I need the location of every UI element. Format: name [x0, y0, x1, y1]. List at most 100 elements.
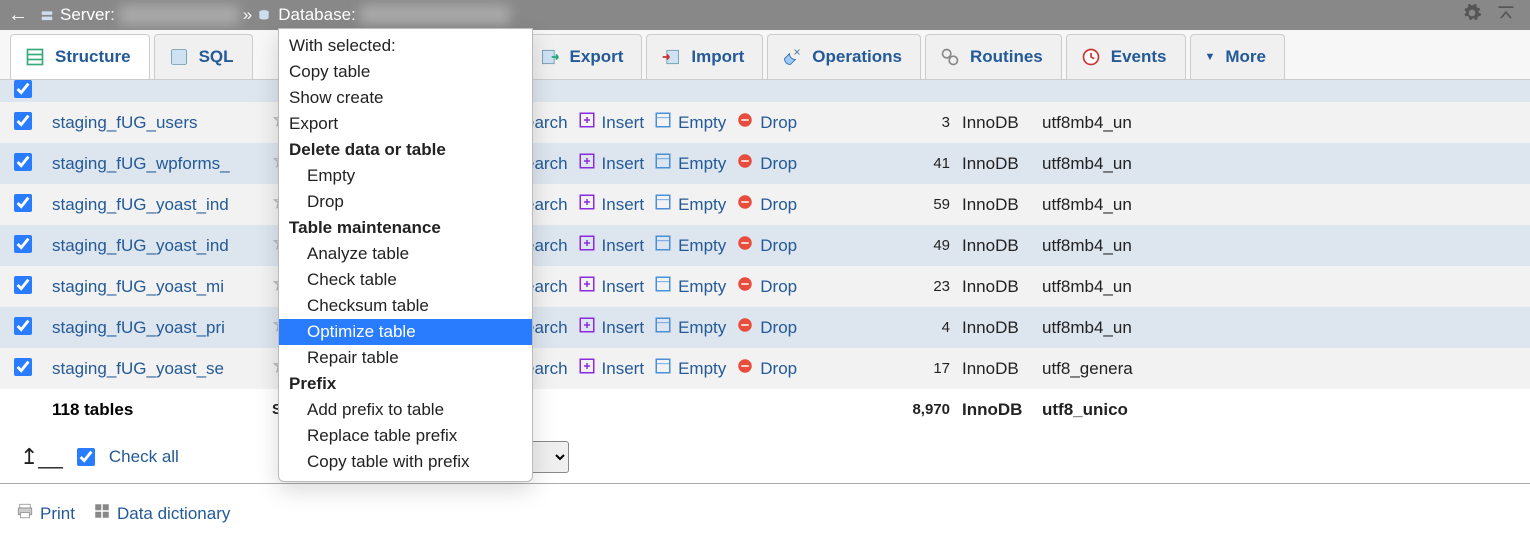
ctx-repair[interactable]: Repair table [279, 345, 532, 371]
drop-action[interactable]: Drop [736, 193, 797, 216]
database-icon [256, 8, 274, 22]
empty-action[interactable]: Empty [654, 275, 726, 298]
drop-action[interactable]: Drop [736, 316, 797, 339]
row-checkbox[interactable] [14, 235, 32, 253]
row-count: 4 [886, 307, 956, 348]
export-icon [540, 47, 560, 67]
context-menu: With selected: Copy table Show create Ex… [278, 28, 533, 482]
ctx-replace-prefix[interactable]: Replace table prefix [279, 423, 532, 449]
server-name-blurred: xxxxxxxxxxxxx [119, 5, 239, 25]
ctx-add-prefix[interactable]: Add prefix to table [279, 397, 532, 423]
back-arrow-icon[interactable]: ← [8, 4, 34, 27]
server-label: Server: [60, 5, 115, 25]
import-icon [661, 47, 681, 67]
empty-action[interactable]: Empty [654, 152, 726, 175]
table-name-link[interactable]: staging_fUG_yoast_ind [52, 195, 229, 214]
structure-icon [25, 47, 45, 67]
ctx-optimize[interactable]: Optimize table [279, 319, 532, 345]
row-checkbox[interactable] [14, 80, 32, 98]
ctx-delete-section: Delete data or table [279, 137, 532, 163]
tab-bar: Structure SQL Export Import Operations R… [0, 30, 1530, 80]
check-all-label[interactable]: Check all [109, 447, 179, 467]
collation: utf8mb4_un [1036, 307, 1530, 348]
collapse-icon[interactable] [1496, 3, 1516, 28]
drop-action[interactable]: Drop [736, 357, 797, 380]
empty-action[interactable]: Empty [654, 234, 726, 257]
ctx-export[interactable]: Export [279, 111, 532, 137]
breadcrumb-separator: » [243, 5, 252, 25]
tab-events-label: Events [1111, 47, 1167, 67]
insert-action[interactable]: Insert [578, 193, 645, 216]
drop-action[interactable]: Drop [736, 275, 797, 298]
data-dictionary-icon [93, 502, 111, 525]
empty-action[interactable]: Empty [654, 193, 726, 216]
ctx-drop[interactable]: Drop [279, 189, 532, 215]
insert-action[interactable]: Insert [578, 111, 645, 134]
tables-list: staging_fUG_usersBrowseStructureSearchIn… [0, 80, 1530, 430]
insert-action[interactable]: Insert [578, 234, 645, 257]
drop-action[interactable]: Drop [736, 152, 797, 175]
operations-icon [782, 47, 802, 67]
table-name-link[interactable]: staging_fUG_yoast_mi [52, 277, 224, 296]
ctx-prefix-section: Prefix [279, 371, 532, 397]
tab-sql[interactable]: SQL [154, 34, 253, 79]
ctx-show-create[interactable]: Show create [279, 85, 532, 111]
arrow-up-icon: ↥__ [20, 444, 63, 470]
tab-export-label: Export [570, 47, 624, 67]
empty-action[interactable]: Empty [654, 316, 726, 339]
insert-action[interactable]: Insert [578, 316, 645, 339]
table-name-link[interactable]: staging_fUG_users [52, 113, 198, 132]
gear-icon[interactable] [1462, 3, 1482, 28]
empty-action[interactable]: Empty [654, 357, 726, 380]
tab-export[interactable]: Export [525, 34, 643, 79]
tab-operations-label: Operations [812, 47, 902, 67]
engine: InnoDB [956, 348, 1036, 389]
row-checkbox[interactable] [14, 276, 32, 294]
insert-action[interactable]: Insert [578, 275, 645, 298]
table-row: staging_fUG_yoast_miBrowseStructureSearc… [0, 266, 1530, 307]
row-checkbox[interactable] [14, 153, 32, 171]
engine: InnoDB [956, 266, 1036, 307]
ctx-copy-prefix[interactable]: Copy table with prefix [279, 449, 532, 475]
data-dictionary-link[interactable]: Data dictionary [93, 502, 230, 525]
ctx-checksum[interactable]: Checksum table [279, 293, 532, 319]
ctx-check[interactable]: Check table [279, 267, 532, 293]
table-name-link[interactable]: staging_fUG_yoast_pri [52, 318, 225, 337]
tab-events[interactable]: Events [1066, 34, 1186, 79]
engine: InnoDB [956, 225, 1036, 266]
empty-icon [654, 234, 672, 257]
drop-action[interactable]: Drop [736, 111, 797, 134]
tab-routines[interactable]: Routines [925, 34, 1062, 79]
tab-structure[interactable]: Structure [10, 34, 150, 79]
table-name-link[interactable]: staging_fUG_yoast_se [52, 359, 224, 378]
table-name-link[interactable]: staging_fUG_wpforms_ [52, 154, 230, 173]
insert-action[interactable]: Insert [578, 357, 645, 380]
print-icon [16, 502, 34, 525]
ctx-empty[interactable]: Empty [279, 163, 532, 189]
collation: utf8mb4_un [1036, 225, 1530, 266]
tab-import[interactable]: Import [646, 34, 763, 79]
ctx-maint-section: Table maintenance [279, 215, 532, 241]
drop-icon [736, 316, 754, 339]
insert-action[interactable]: Insert [578, 152, 645, 175]
row-count: 17 [886, 348, 956, 389]
row-checkbox[interactable] [14, 194, 32, 212]
tab-operations[interactable]: Operations [767, 34, 921, 79]
drop-action[interactable]: Drop [736, 234, 797, 257]
collation: utf8_genera [1036, 348, 1530, 389]
drop-icon [736, 152, 754, 175]
insert-icon [578, 193, 596, 216]
row-checkbox[interactable] [14, 317, 32, 335]
ctx-analyze[interactable]: Analyze table [279, 241, 532, 267]
drop-icon [736, 111, 754, 134]
ctx-copy-table[interactable]: Copy table [279, 59, 532, 85]
tab-more[interactable]: ▼ More [1190, 34, 1286, 79]
print-link[interactable]: Print [16, 502, 75, 525]
empty-action[interactable]: Empty [654, 111, 726, 134]
table-name-link[interactable]: staging_fUG_yoast_ind [52, 236, 229, 255]
row-checkbox[interactable] [14, 358, 32, 376]
check-all-checkbox[interactable] [77, 448, 95, 466]
empty-icon [654, 193, 672, 216]
tab-sql-label: SQL [199, 47, 234, 67]
row-checkbox[interactable] [14, 112, 32, 130]
